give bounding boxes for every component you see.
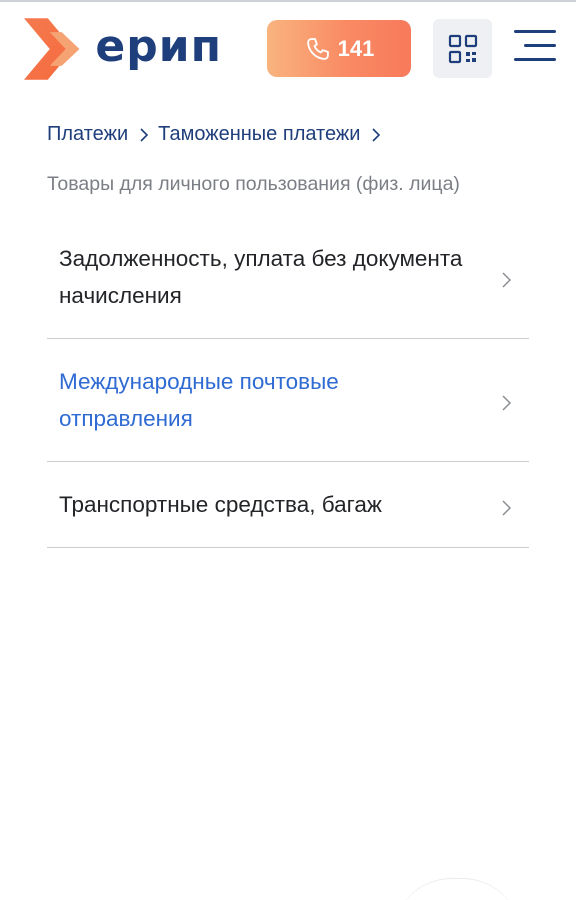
- breadcrumb: Платежи Таможенные платежи: [47, 123, 390, 146]
- call-number: 141: [337, 35, 375, 61]
- phone-icon: [306, 37, 329, 60]
- list-item-debt-payment[interactable]: Задолженность, уплата без документа начи…: [47, 216, 529, 339]
- qr-code-icon: [448, 34, 477, 63]
- breadcrumb-item-customs-payments[interactable]: Таможенные платежи: [158, 123, 360, 146]
- hamburger-menu-icon[interactable]: [514, 28, 556, 62]
- list-item-label: Задолженность, уплата без документа начи…: [59, 246, 463, 308]
- call-141-button[interactable]: 141: [267, 20, 411, 77]
- list-item-vehicles-luggage[interactable]: Транспортные средства, багаж: [47, 462, 529, 548]
- chevron-right-icon: [135, 126, 153, 144]
- list-item-label: Международные почтовые отправления: [59, 369, 339, 431]
- site-header: ерип 141: [0, 0, 576, 100]
- page-subtitle: Товары для личного пользования (физ. лиц…: [47, 173, 460, 195]
- erip-logo[interactable]: ерип: [22, 16, 222, 82]
- chevron-right-icon: [499, 498, 513, 518]
- chevron-right-icon: [367, 126, 385, 144]
- breadcrumb-item-payments[interactable]: Платежи: [47, 123, 128, 146]
- logo-text: ерип: [95, 21, 222, 72]
- payment-category-list: Задолженность, уплата без документа начи…: [47, 216, 529, 548]
- qr-scan-button[interactable]: [433, 19, 492, 78]
- list-item-label: Транспортные средства, багаж: [59, 492, 382, 517]
- floating-button-edge: [392, 878, 522, 900]
- chevron-right-icon: [499, 270, 513, 290]
- chevron-right-icon: [499, 393, 513, 413]
- logo-chevron-icon: [23, 18, 80, 80]
- list-item-international-postal[interactable]: Международные почтовые отправления: [47, 339, 529, 462]
